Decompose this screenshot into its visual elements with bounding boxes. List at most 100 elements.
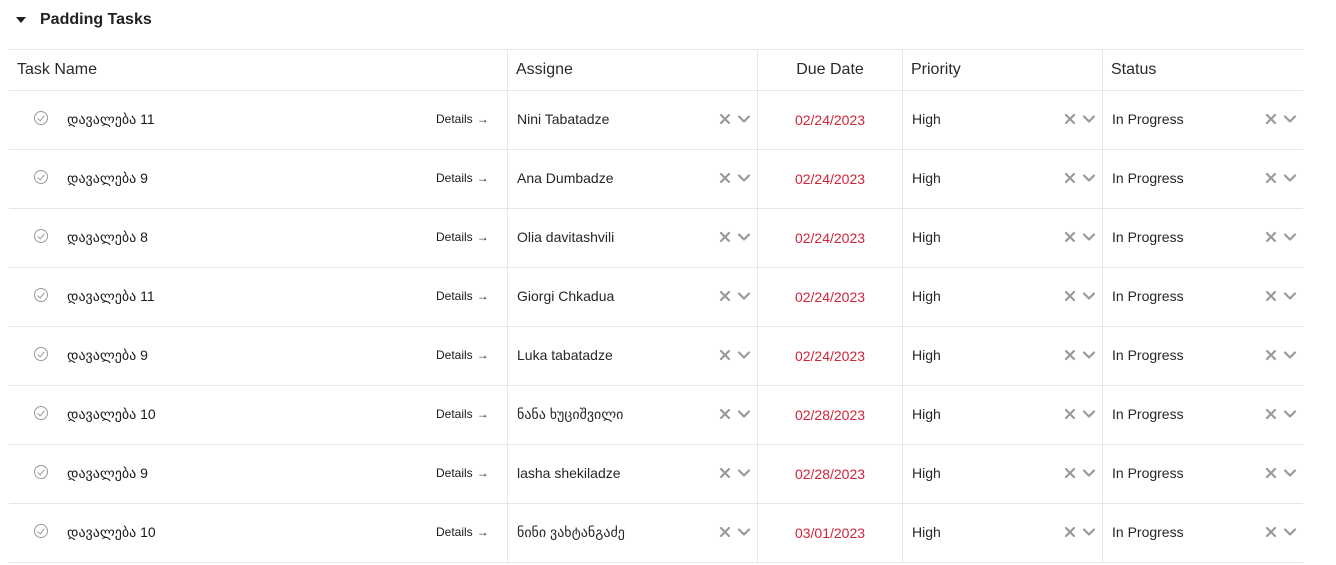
clear-x-icon[interactable] bbox=[1064, 467, 1076, 479]
chevron-down-icon[interactable] bbox=[737, 231, 751, 243]
due-date-cell[interactable]: 02/28/2023 bbox=[758, 445, 903, 503]
clear-x-icon[interactable] bbox=[1064, 231, 1076, 243]
clear-x-icon[interactable] bbox=[719, 408, 731, 420]
caret-down-icon[interactable] bbox=[16, 17, 26, 23]
assignee-select[interactable]: Luka tabatadze bbox=[508, 327, 758, 385]
status-select[interactable]: In Progress bbox=[1103, 445, 1303, 503]
chevron-down-icon[interactable] bbox=[737, 467, 751, 479]
clear-x-icon[interactable] bbox=[1064, 408, 1076, 420]
check-circle-icon[interactable] bbox=[34, 229, 48, 243]
details-link[interactable]: Details → bbox=[436, 171, 489, 185]
assignee-select[interactable]: Ana Dumbadze bbox=[508, 150, 758, 208]
assignee-select[interactable]: Nini Tabatadze bbox=[508, 91, 758, 149]
status-select[interactable]: In Progress bbox=[1103, 386, 1303, 444]
clear-x-icon[interactable] bbox=[1265, 290, 1277, 302]
due-date-cell[interactable]: 02/24/2023 bbox=[758, 91, 903, 149]
details-link[interactable]: Details → bbox=[436, 112, 489, 126]
priority-select[interactable]: High bbox=[903, 209, 1103, 267]
chevron-down-icon[interactable] bbox=[1082, 408, 1096, 420]
priority-value: High bbox=[912, 229, 941, 245]
chevron-down-icon[interactable] bbox=[1082, 172, 1096, 184]
priority-select[interactable]: High bbox=[903, 327, 1103, 385]
chevron-down-icon[interactable] bbox=[1283, 113, 1297, 125]
priority-select[interactable]: High bbox=[903, 268, 1103, 326]
clear-x-icon[interactable] bbox=[1064, 290, 1076, 302]
chevron-down-icon[interactable] bbox=[1082, 231, 1096, 243]
clear-x-icon[interactable] bbox=[719, 526, 731, 538]
details-link[interactable]: Details → bbox=[436, 466, 489, 480]
chevron-down-icon[interactable] bbox=[1082, 349, 1096, 361]
clear-x-icon[interactable] bbox=[719, 467, 731, 479]
due-date-cell[interactable]: 02/24/2023 bbox=[758, 327, 903, 385]
chevron-down-icon[interactable] bbox=[737, 172, 751, 184]
clear-x-icon[interactable] bbox=[1265, 349, 1277, 361]
chevron-down-icon[interactable] bbox=[1082, 526, 1096, 538]
chevron-down-icon[interactable] bbox=[737, 113, 751, 125]
details-link[interactable]: Details → bbox=[436, 289, 489, 303]
due-date-cell[interactable]: 02/24/2023 bbox=[758, 150, 903, 208]
due-date-cell[interactable]: 02/24/2023 bbox=[758, 209, 903, 267]
priority-select[interactable]: High bbox=[903, 445, 1103, 503]
chevron-down-icon[interactable] bbox=[1283, 290, 1297, 302]
details-link[interactable]: Details → bbox=[436, 348, 489, 362]
status-select[interactable]: In Progress bbox=[1103, 268, 1303, 326]
due-date-cell[interactable]: 03/01/2023 bbox=[758, 504, 903, 562]
assignee-select[interactable]: Giorgi Chkadua bbox=[508, 268, 758, 326]
assignee-select[interactable]: lasha shekiladze bbox=[508, 445, 758, 503]
clear-x-icon[interactable] bbox=[1265, 231, 1277, 243]
chevron-down-icon[interactable] bbox=[1283, 408, 1297, 420]
check-circle-icon[interactable] bbox=[34, 524, 48, 538]
clear-x-icon[interactable] bbox=[1265, 526, 1277, 538]
clear-x-icon[interactable] bbox=[719, 172, 731, 184]
chevron-down-icon[interactable] bbox=[737, 290, 751, 302]
chevron-down-icon[interactable] bbox=[1082, 467, 1096, 479]
clear-x-icon[interactable] bbox=[1064, 113, 1076, 125]
arrow-right-icon: → bbox=[476, 525, 489, 539]
details-link[interactable]: Details → bbox=[436, 525, 489, 539]
chevron-down-icon[interactable] bbox=[737, 349, 751, 361]
clear-x-icon[interactable] bbox=[1265, 408, 1277, 420]
clear-x-icon[interactable] bbox=[719, 290, 731, 302]
priority-select[interactable]: High bbox=[903, 386, 1103, 444]
chevron-down-icon[interactable] bbox=[737, 526, 751, 538]
chevron-down-icon[interactable] bbox=[1283, 172, 1297, 184]
status-select[interactable]: In Progress bbox=[1103, 327, 1303, 385]
chevron-down-icon[interactable] bbox=[737, 408, 751, 420]
check-circle-icon[interactable] bbox=[34, 170, 48, 184]
assignee-select[interactable]: ნანა ხუციშვილი bbox=[508, 386, 758, 444]
check-circle-icon[interactable] bbox=[34, 465, 48, 479]
check-circle-icon[interactable] bbox=[34, 406, 48, 420]
clear-x-icon[interactable] bbox=[719, 349, 731, 361]
clear-x-icon[interactable] bbox=[1265, 113, 1277, 125]
clear-x-icon[interactable] bbox=[719, 113, 731, 125]
check-circle-icon[interactable] bbox=[34, 111, 48, 125]
check-circle-icon[interactable] bbox=[34, 288, 48, 302]
check-circle-icon[interactable] bbox=[34, 347, 48, 361]
chevron-down-icon[interactable] bbox=[1283, 467, 1297, 479]
assignee-select[interactable]: Olia davitashvili bbox=[508, 209, 758, 267]
status-select[interactable]: In Progress bbox=[1103, 504, 1303, 562]
chevron-down-icon[interactable] bbox=[1283, 526, 1297, 538]
priority-select[interactable]: High bbox=[903, 150, 1103, 208]
status-select[interactable]: In Progress bbox=[1103, 150, 1303, 208]
due-date-cell[interactable]: 02/28/2023 bbox=[758, 386, 903, 444]
clear-x-icon[interactable] bbox=[1064, 526, 1076, 538]
clear-x-icon[interactable] bbox=[719, 231, 731, 243]
clear-x-icon[interactable] bbox=[1265, 467, 1277, 479]
status-select[interactable]: In Progress bbox=[1103, 91, 1303, 149]
chevron-down-icon[interactable] bbox=[1283, 349, 1297, 361]
clear-x-icon[interactable] bbox=[1265, 172, 1277, 184]
clear-x-icon[interactable] bbox=[1064, 349, 1076, 361]
due-date-cell[interactable]: 02/24/2023 bbox=[758, 268, 903, 326]
chevron-down-icon[interactable] bbox=[1082, 290, 1096, 302]
details-link[interactable]: Details → bbox=[436, 407, 489, 421]
chevron-down-icon[interactable] bbox=[1283, 231, 1297, 243]
clear-x-icon[interactable] bbox=[1064, 172, 1076, 184]
group-toggle[interactable]: Padding Tasks bbox=[14, 8, 152, 32]
priority-select[interactable]: High bbox=[903, 504, 1103, 562]
status-select[interactable]: In Progress bbox=[1103, 209, 1303, 267]
details-link[interactable]: Details → bbox=[436, 230, 489, 244]
assignee-select[interactable]: ნინი ვახტანგაძე bbox=[508, 504, 758, 562]
chevron-down-icon[interactable] bbox=[1082, 113, 1096, 125]
priority-select[interactable]: High bbox=[903, 91, 1103, 149]
